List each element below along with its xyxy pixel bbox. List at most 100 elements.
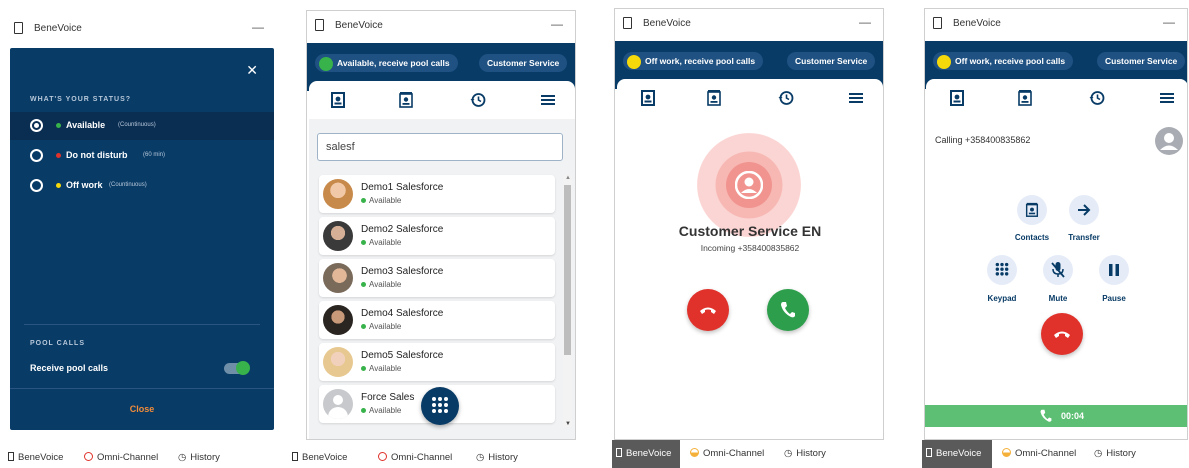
status-pill[interactable]: Off work, receive pool calls bbox=[933, 52, 1074, 70]
contacts-button[interactable] bbox=[1017, 195, 1047, 225]
menu-icon[interactable] bbox=[847, 89, 865, 107]
menu-icon[interactable] bbox=[539, 91, 557, 109]
status-option-offwork[interactable]: Off work (Countinuous) bbox=[10, 172, 274, 200]
tab-omni-channel[interactable]: Omni-Channel bbox=[84, 448, 158, 468]
search-input[interactable]: salesf bbox=[317, 133, 563, 161]
title-bar: BeneVoice — bbox=[307, 11, 575, 41]
directory-icon[interactable] bbox=[705, 89, 723, 107]
avatar bbox=[323, 221, 353, 251]
tab-omni-channel[interactable]: Omni-Channel bbox=[1002, 444, 1076, 464]
minimize-button[interactable]: — bbox=[859, 15, 871, 29]
contact-card-icon[interactable] bbox=[948, 89, 966, 107]
clock-icon: ◷ bbox=[178, 452, 187, 463]
panel-contacts: BeneVoice — Available, receive pool call… bbox=[306, 10, 576, 440]
history-icon[interactable] bbox=[1088, 89, 1106, 107]
status-sub: (Countinuous) bbox=[109, 182, 147, 188]
contact-card-icon[interactable] bbox=[329, 91, 347, 109]
history-icon[interactable] bbox=[469, 91, 487, 109]
contact-status: Available bbox=[361, 322, 401, 331]
list-item[interactable]: Demo4 Salesforce Available bbox=[319, 301, 555, 339]
minimize-button[interactable]: — bbox=[1163, 15, 1175, 29]
tab-history[interactable]: ◷ History bbox=[784, 444, 826, 464]
minimize-button[interactable]: — bbox=[551, 17, 563, 31]
contact-status: Available bbox=[361, 364, 401, 373]
queue-pill[interactable]: Customer Service bbox=[479, 54, 568, 72]
queue-pill[interactable]: Customer Service bbox=[1097, 52, 1186, 70]
close-button[interactable]: Close bbox=[10, 404, 274, 414]
mute-label: Mute bbox=[1048, 294, 1068, 303]
status-dot-icon bbox=[56, 153, 61, 158]
queue-pill[interactable]: Customer Service bbox=[787, 52, 876, 70]
tab-benevoice[interactable]: BeneVoice bbox=[8, 448, 63, 468]
status-heading: WHAT'S YOUR STATUS? bbox=[30, 96, 132, 103]
tab-omni-channel[interactable]: Omni-Channel bbox=[378, 448, 452, 468]
directory-icon[interactable] bbox=[397, 91, 415, 109]
keypad-button[interactable] bbox=[987, 255, 1017, 285]
status-option-available[interactable]: Available (Countinuous) bbox=[10, 112, 274, 140]
status-dot-icon bbox=[361, 240, 366, 246]
status-dot-icon bbox=[56, 123, 61, 128]
scroll-up-icon[interactable]: ▲ bbox=[565, 175, 571, 181]
window-title: BeneVoice bbox=[34, 23, 82, 34]
accept-button[interactable] bbox=[767, 289, 809, 331]
contact-card-icon[interactable] bbox=[639, 89, 657, 107]
list-item[interactable]: Demo5 Salesforce Available bbox=[319, 343, 555, 381]
menu-icon[interactable] bbox=[1158, 89, 1176, 107]
caller-name: Customer Service EN bbox=[678, 223, 822, 239]
status-dot-icon bbox=[361, 408, 366, 414]
hangup-button[interactable] bbox=[1041, 313, 1083, 355]
user-avatar-icon bbox=[1155, 127, 1183, 155]
scroll-thumb[interactable] bbox=[564, 185, 571, 355]
status-panel: ✕ WHAT'S YOUR STATUS? Available (Countin… bbox=[10, 48, 274, 430]
phone-icon bbox=[292, 452, 298, 461]
tab-history[interactable]: ◷ History bbox=[476, 448, 518, 468]
user-icon bbox=[735, 171, 763, 199]
status-dot-icon bbox=[361, 366, 366, 372]
contact-name: Demo2 Salesforce bbox=[361, 224, 444, 235]
title-bar: BeneVoice — bbox=[6, 14, 276, 44]
scrollbar[interactable]: ▲ ▼ bbox=[563, 175, 572, 427]
status-dot-icon bbox=[937, 54, 951, 69]
status-sub: (60 min) bbox=[143, 152, 166, 158]
tab-history[interactable]: ◷ History bbox=[178, 448, 220, 468]
window-title: BeneVoice bbox=[643, 18, 691, 29]
bottom-bar: BeneVoice Omni-Channel ◷ History bbox=[290, 448, 570, 468]
contact-card-icon bbox=[1025, 202, 1039, 217]
status-pill[interactable]: Available, receive pool calls bbox=[315, 54, 458, 72]
minimize-button[interactable]: — bbox=[252, 20, 264, 34]
tab-omni-channel[interactable]: Omni-Channel bbox=[690, 444, 764, 464]
decline-button[interactable] bbox=[687, 289, 729, 331]
dialpad-button[interactable] bbox=[421, 387, 459, 425]
status-dot-icon bbox=[56, 183, 61, 188]
tab-benevoice[interactable]: BeneVoice bbox=[922, 440, 992, 468]
nav-icons bbox=[617, 79, 883, 117]
clock-icon: ◷ bbox=[784, 448, 793, 459]
calling-text: Calling +358400835862 bbox=[935, 135, 1031, 145]
history-icon[interactable] bbox=[777, 89, 795, 107]
bottom-bar: BeneVoice Omni-Channel ◷ History bbox=[6, 448, 276, 468]
mute-button[interactable] bbox=[1043, 255, 1073, 285]
directory-icon[interactable] bbox=[1016, 89, 1034, 107]
keypad-label: Keypad bbox=[987, 294, 1017, 303]
tab-history[interactable]: ◷ History bbox=[1094, 444, 1136, 464]
tab-benevoice[interactable]: BeneVoice bbox=[612, 440, 680, 468]
hangup-icon bbox=[1054, 331, 1070, 338]
phone-icon bbox=[616, 448, 622, 457]
status-option-dnd[interactable]: Do not disturb (60 min) bbox=[10, 142, 274, 170]
list-item[interactable]: Demo3 Salesforce Available bbox=[319, 259, 555, 297]
tab-benevoice[interactable]: BeneVoice bbox=[292, 448, 347, 468]
pool-toggle[interactable] bbox=[224, 361, 250, 375]
status-pill[interactable]: Off work, receive pool calls bbox=[623, 52, 764, 70]
transfer-button[interactable] bbox=[1069, 195, 1099, 225]
close-icon[interactable]: ✕ bbox=[246, 62, 258, 79]
scroll-down-icon[interactable]: ▼ bbox=[565, 421, 571, 427]
default-avatar-icon bbox=[323, 389, 353, 419]
list-item[interactable]: Demo1 Salesforce Available bbox=[319, 175, 555, 213]
list-item[interactable]: Demo2 Salesforce Available bbox=[319, 217, 555, 255]
radio-icon bbox=[30, 179, 43, 192]
pause-button[interactable] bbox=[1099, 255, 1129, 285]
bottom-bar: BeneVoice Omni-Channel ◷ History bbox=[922, 440, 1189, 468]
phone-icon bbox=[8, 452, 14, 461]
caller-info: Incoming +358400835862 bbox=[700, 243, 800, 253]
pool-label: Receive pool calls bbox=[30, 363, 109, 373]
